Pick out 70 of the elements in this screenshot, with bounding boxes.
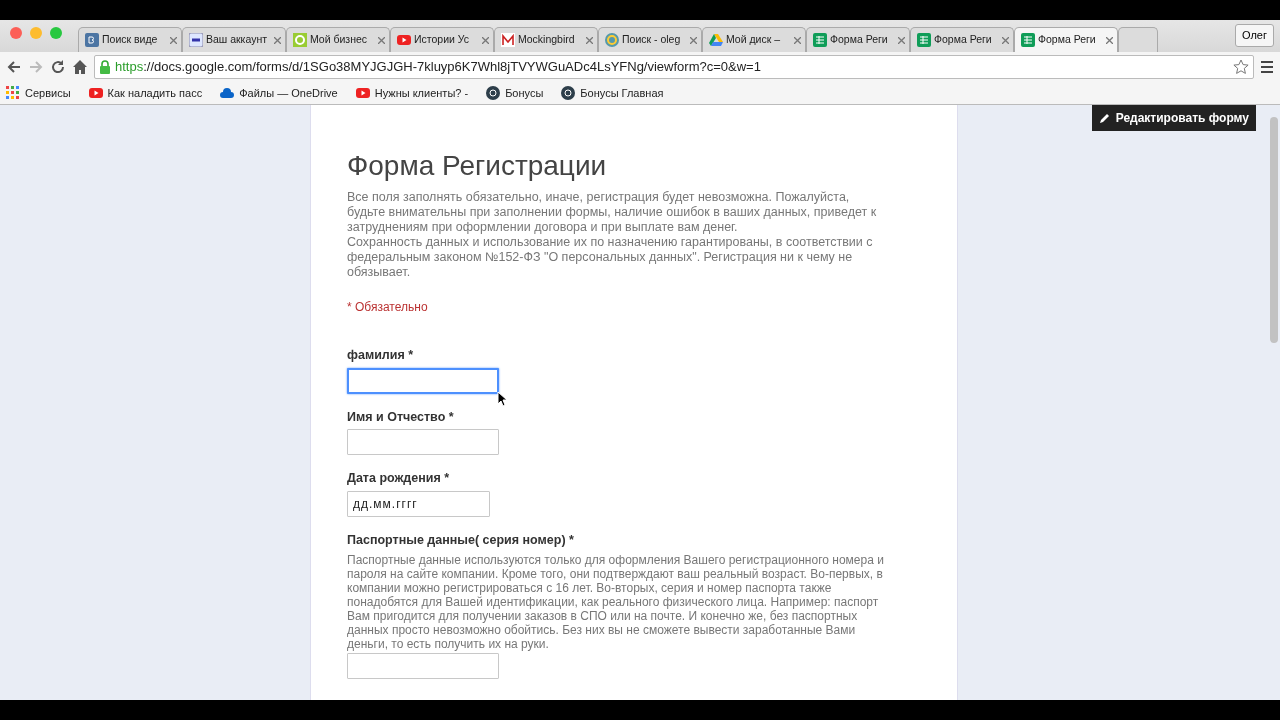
required-note: * Обязательно <box>347 298 428 316</box>
form-description: Все поля заполнять обязательно, иначе, регистрация будет невозможна. Пожалуйста, будьте внимательны при заполнении формы, наличие ошибок в ваших данных, приведет к затруднениям при оформлении договора и при выплате вам денег. <box>347 189 878 235</box>
close-icon[interactable] <box>690 36 697 44</box>
browser-tab[interactable]: Форма Реги <box>806 27 910 52</box>
lock-icon <box>99 60 111 74</box>
close-icon[interactable] <box>898 36 905 44</box>
question-label: Имя и Отчество * <box>347 408 454 426</box>
scrollbar-thumb[interactable] <box>1270 117 1278 343</box>
round-logo-icon <box>561 86 576 100</box>
close-window-button[interactable] <box>10 27 22 39</box>
text-field[interactable] <box>347 367 499 394</box>
close-icon[interactable] <box>378 36 385 44</box>
bookmark[interactable]: Как наладить пасс <box>88 84 203 102</box>
date-field[interactable]: дд.мм.гггг <box>347 491 490 518</box>
zoom-button[interactable] <box>50 27 62 39</box>
text-field[interactable] <box>347 652 499 679</box>
round-logo-icon <box>486 86 501 100</box>
new-tab-button[interactable] <box>1118 27 1158 52</box>
close-icon[interactable] <box>482 36 489 44</box>
url-text: https://docs.google.com/forms/d/1SGo38MYJGJGH-7kluyp6K7Whl8jTVYWGuADc4LsYFNg/viewform?c=0&w=1 <box>115 58 761 77</box>
menu-icon[interactable] <box>1260 60 1274 74</box>
profile-button[interactable]: Олег <box>1235 24 1274 47</box>
letter-b-icon <box>85 33 99 47</box>
apps-grid-icon <box>6 86 20 100</box>
close-icon[interactable] <box>274 36 281 44</box>
spreadsheet-icon <box>1021 33 1035 47</box>
browser-tab[interactable]: Мой диск – <box>702 27 806 52</box>
bookmark[interactable]: Бонусы <box>486 84 544 102</box>
browser-tab[interactable]: Форма Реги <box>1014 27 1118 52</box>
browser-tab[interactable]: Ваш аккаунт <box>182 27 286 52</box>
question-label: Паспортные данные( серия номер) * <box>347 532 574 550</box>
text-field[interactable] <box>347 429 499 456</box>
play-icon <box>88 86 103 100</box>
spreadsheet-icon <box>813 33 827 47</box>
home-icon[interactable] <box>72 59 88 75</box>
browser-tab[interactable]: Истории Ус <box>390 27 494 52</box>
pencil-icon <box>1098 112 1111 124</box>
cursor-icon <box>497 391 507 407</box>
browser-tab[interactable]: Поиск - oleg <box>598 27 702 52</box>
back-icon[interactable] <box>6 59 22 75</box>
address-bar[interactable]: https://docs.google.com/forms/d/1SGo38MYJGJGH-7kluyp6K7Whl8jTVYWGuADc4LsYFNg/viewform?c=0&w=1 <box>94 55 1254 79</box>
bookmark[interactable]: Бонусы Главная <box>561 84 664 102</box>
close-icon[interactable] <box>586 36 593 44</box>
question-label: фамилия * <box>347 346 414 364</box>
ring-icon <box>293 33 307 47</box>
play-icon <box>397 33 411 47</box>
browser-tab[interactable]: Форма Реги <box>910 27 1014 52</box>
triangle-icon <box>709 33 723 47</box>
bookmark[interactable]: Файлы — OneDrive <box>220 84 338 102</box>
question-label: Дата рождения * <box>347 470 450 488</box>
form-description: Сохранность данных и использование их по назначению гарантированы, в соответствии с федеральным законом №152-ФЗ "О персональных данных". Регистрация ни к чему не обязывает. <box>347 234 874 280</box>
close-icon[interactable] <box>170 36 177 44</box>
close-icon[interactable] <box>1106 36 1113 44</box>
form-title: Форма Регистрации <box>347 151 608 182</box>
edit-form-button[interactable]: Редактировать форму <box>1091 105 1256 131</box>
help-text: Паспортные данные используются только для оформления Вашего регистрационного номера и пароля на сайте компании. Кроме того, они подтверждают ваш реальный возраст. Во-первых, в компании можно регистрироваться с 16 лет. Во-вторых, серия и номер паспорта также понадобятся для Вашей идентификации, как реального физического лица. Например: паспорт Вам пригодится для получении заказов в СПО или на почте. И конечно же, без паспортных данных просто невозможно обойтись. Без них вы не сможете вывести заработанные Вами деньги, то есть получить их на руки. <box>347 552 885 651</box>
close-icon[interactable] <box>1002 36 1009 44</box>
reload-icon[interactable] <box>50 59 66 75</box>
cloud-icon <box>220 86 235 100</box>
browser-tab[interactable]: Мой бизнес <box>286 27 390 52</box>
spreadsheet-icon <box>917 33 931 47</box>
play-icon <box>355 86 370 100</box>
browser-tab[interactable]: Mockingbird <box>494 27 598 52</box>
bookmark[interactable]: Нужны клиенты? - <box>355 84 469 102</box>
bookmark[interactable]: Сервисы <box>6 84 71 102</box>
close-icon[interactable] <box>794 36 801 44</box>
letter-m-icon <box>501 33 515 47</box>
star-icon[interactable] <box>1233 59 1249 75</box>
browser-tab[interactable]: Поиск виде <box>78 27 182 52</box>
forward-icon[interactable] <box>28 59 44 75</box>
